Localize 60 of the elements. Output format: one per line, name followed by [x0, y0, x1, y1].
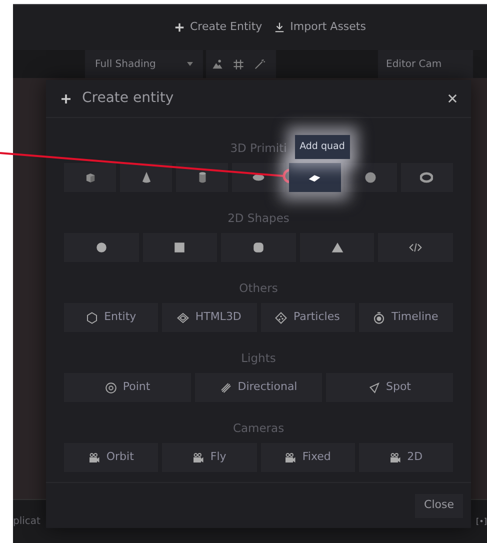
magic-wand-icon[interactable]	[254, 58, 265, 70]
video-camera-icon	[389, 452, 402, 464]
download-icon	[274, 22, 286, 33]
section-heading: 2D Shapes	[228, 210, 290, 227]
torus-icon	[420, 171, 434, 184]
toolbar-button[interactable]: Create Entity	[174, 19, 262, 36]
background-label: [•]	[476, 516, 487, 528]
dialog-title: Create entity	[82, 89, 175, 108]
rounded-square-icon	[252, 241, 265, 254]
square-icon	[173, 241, 186, 254]
spotlight-icon	[368, 382, 380, 394]
shape-button[interactable]	[288, 163, 341, 192]
mountain-icon[interactable]	[212, 58, 223, 70]
shading-dropdown[interactable]: Full Shading	[85, 50, 203, 78]
shape-button[interactable]	[400, 163, 453, 192]
cube-icon	[84, 171, 97, 184]
plus-icon	[174, 22, 185, 33]
video-camera-icon	[88, 452, 100, 464]
particles-icon	[275, 312, 288, 324]
entity-button[interactable]: Fly	[162, 443, 256, 472]
shape-button[interactable]	[232, 163, 285, 192]
entity-button[interactable]: Particles	[260, 303, 355, 332]
entity-button[interactable]: Entity	[64, 303, 158, 332]
entity-button[interactable]: Fixed	[260, 443, 355, 472]
target-icon	[104, 382, 117, 394]
triangle-icon	[330, 241, 344, 254]
plus-icon	[60, 92, 72, 104]
section-heading: Cameras	[232, 420, 284, 437]
close-button[interactable]: Close	[415, 494, 463, 518]
video-camera-icon	[284, 452, 296, 464]
tooltip: Add quad	[294, 134, 350, 159]
section-heading: Lights	[241, 350, 276, 367]
stripes-icon	[220, 382, 232, 394]
section-heading: Others	[239, 280, 278, 297]
entity-button[interactable]: HTML3D	[162, 303, 256, 332]
diamond-icon	[177, 312, 190, 324]
shape-button[interactable]	[120, 163, 172, 192]
sphere-icon	[364, 171, 378, 184]
caret-icon	[187, 62, 193, 66]
cone-icon	[140, 171, 153, 184]
grid-icon[interactable]	[233, 58, 244, 70]
entity-button[interactable]: Directional	[195, 373, 322, 402]
toolbar-button[interactable]: Import Assets	[274, 19, 366, 36]
shape-button[interactable]	[221, 233, 296, 262]
shape-button[interactable]	[300, 233, 374, 262]
shape-button[interactable]	[64, 233, 139, 262]
video-camera-icon	[192, 452, 204, 464]
hexagon-icon	[86, 312, 98, 324]
entity-button[interactable]: Orbit	[64, 443, 158, 472]
code-icon	[409, 241, 422, 254]
entity-button[interactable]: Timeline	[358, 303, 453, 332]
close-icon[interactable]	[448, 94, 457, 103]
circle-icon	[94, 241, 108, 254]
camera-dropdown[interactable]: Editor Cam	[378, 50, 473, 78]
entity-button[interactable]: Spot	[326, 373, 453, 402]
stopwatch-icon	[373, 312, 386, 324]
entity-button[interactable]: Point	[64, 373, 191, 402]
entity-button[interactable]: 2D	[358, 443, 453, 472]
shape-button[interactable]	[142, 233, 218, 262]
background-label: plicat	[13, 515, 40, 529]
